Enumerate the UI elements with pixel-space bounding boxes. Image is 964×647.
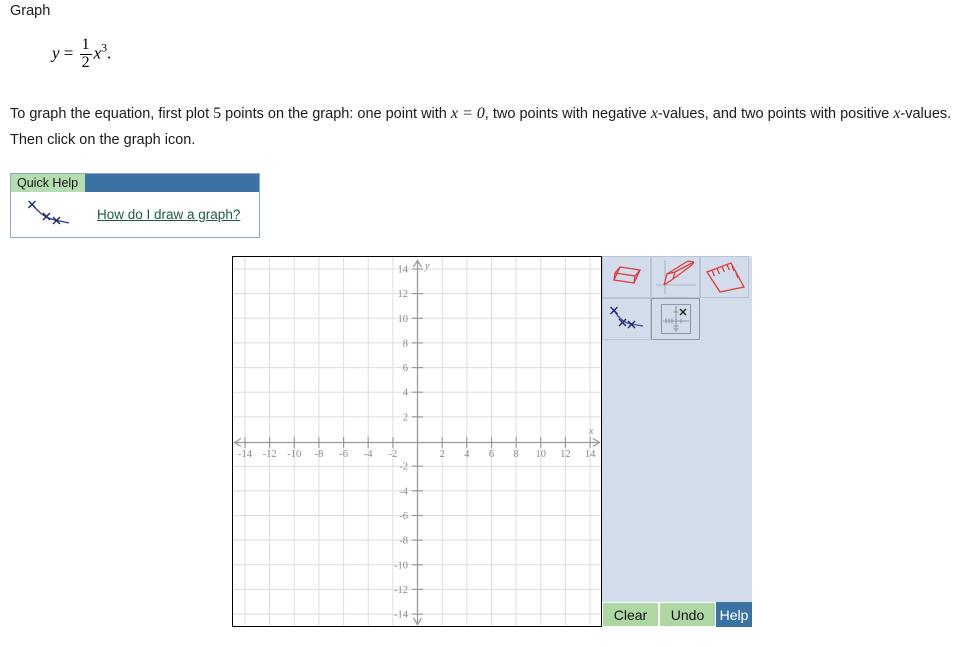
plot-point-tool-button[interactable] xyxy=(651,298,700,340)
svg-text:-10: -10 xyxy=(394,560,408,571)
equation-period: . xyxy=(106,43,112,63)
eraser-icon xyxy=(612,266,641,284)
clear-button[interactable]: Clear xyxy=(602,602,659,627)
equation-display: y = 1 2 x3. xyxy=(52,36,112,72)
graph-tool-panel: Clear Undo Help xyxy=(602,256,752,627)
equation-fraction: 1 2 xyxy=(79,36,92,72)
help-button[interactable]: Help xyxy=(716,602,752,627)
svg-text:8: 8 xyxy=(403,338,408,349)
how-do-i-draw-a-graph-link[interactable]: How do I draw a graph? xyxy=(97,207,240,222)
draw-curve-icon xyxy=(609,306,643,329)
svg-text:12: 12 xyxy=(560,449,571,460)
svg-text:14: 14 xyxy=(585,449,596,460)
curve-tool-button[interactable] xyxy=(602,298,651,340)
graph-plot-area[interactable]: y x 14 12 10 8 6 4 2 -2 -4 -6 -8 -10 -12… xyxy=(232,256,602,627)
svg-text:-12: -12 xyxy=(263,449,277,460)
svg-text:12: 12 xyxy=(398,289,409,300)
page-title: Graph xyxy=(10,3,51,19)
graph-action-buttons: Clear Undo Help xyxy=(602,602,752,627)
instruction-part-3: , two points with negative xyxy=(484,106,651,122)
pencil-tool-button[interactable] xyxy=(651,256,700,298)
axes xyxy=(235,261,599,623)
ruler-tool-button[interactable] xyxy=(700,256,749,298)
svg-text:-14: -14 xyxy=(394,610,409,621)
quick-help-tab[interactable]: Quick Help xyxy=(11,174,86,192)
instruction-x-var-1: x xyxy=(650,105,658,122)
coordinate-plane-svg[interactable]: y x 14 12 10 8 6 4 2 -2 -4 -6 -8 -10 -12… xyxy=(233,257,601,626)
instruction-part-4: -values, and two points with positive xyxy=(657,106,894,122)
eraser-tool-button[interactable] xyxy=(602,256,651,298)
plot-point-icon xyxy=(660,303,691,335)
svg-text:2: 2 xyxy=(440,449,445,460)
svg-text:-4: -4 xyxy=(399,486,408,497)
instruction-part-1: To graph the equation, first plot xyxy=(10,106,214,122)
tool-row-2 xyxy=(602,298,752,340)
svg-text:-6: -6 xyxy=(399,511,408,522)
undo-button[interactable]: Undo xyxy=(659,602,716,627)
quick-help-body: How do I draw a graph? xyxy=(11,192,259,237)
quick-help-titlebar: Quick Help xyxy=(11,174,259,192)
tool-cell-empty xyxy=(700,298,749,340)
svg-text:8: 8 xyxy=(513,449,518,460)
quick-help-panel: Quick Help How do I draw a graph? xyxy=(10,173,260,238)
svg-text:10: 10 xyxy=(536,449,547,460)
equation-lhs: y xyxy=(52,43,60,63)
svg-text:10: 10 xyxy=(398,314,409,325)
instruction-part-2: points on the graph: one point with xyxy=(221,106,451,122)
pencil-icon xyxy=(655,260,696,294)
svg-text:-10: -10 xyxy=(287,449,301,460)
svg-text:4: 4 xyxy=(403,388,409,399)
equation-equals: = xyxy=(63,43,74,63)
svg-text:-14: -14 xyxy=(238,449,253,460)
instruction-point-count: 5 xyxy=(213,105,222,122)
svg-text:-4: -4 xyxy=(364,449,373,460)
curve-with-points-icon xyxy=(11,199,97,231)
fraction-denominator: 2 xyxy=(79,53,92,71)
svg-text:4: 4 xyxy=(464,449,470,460)
svg-text:-8: -8 xyxy=(315,449,324,460)
svg-text:-2: -2 xyxy=(389,449,398,460)
svg-text:6: 6 xyxy=(489,449,494,460)
svg-text:2: 2 xyxy=(403,412,408,423)
instruction-text: To graph the equation, first plot 5 poin… xyxy=(10,100,954,152)
instruction-condition: x = 0 xyxy=(450,105,485,122)
fraction-numerator: 1 xyxy=(81,36,90,53)
svg-text:-2: -2 xyxy=(399,462,408,473)
svg-text:6: 6 xyxy=(403,363,408,374)
x-axis-label: x xyxy=(588,426,594,437)
svg-text:-6: -6 xyxy=(339,449,348,460)
ruler-icon xyxy=(705,262,745,293)
svg-text:-12: -12 xyxy=(394,585,408,596)
tool-row-1 xyxy=(602,256,752,298)
svg-text:-8: -8 xyxy=(399,536,408,547)
y-axis-label: y xyxy=(424,261,430,272)
svg-text:14: 14 xyxy=(398,265,409,276)
